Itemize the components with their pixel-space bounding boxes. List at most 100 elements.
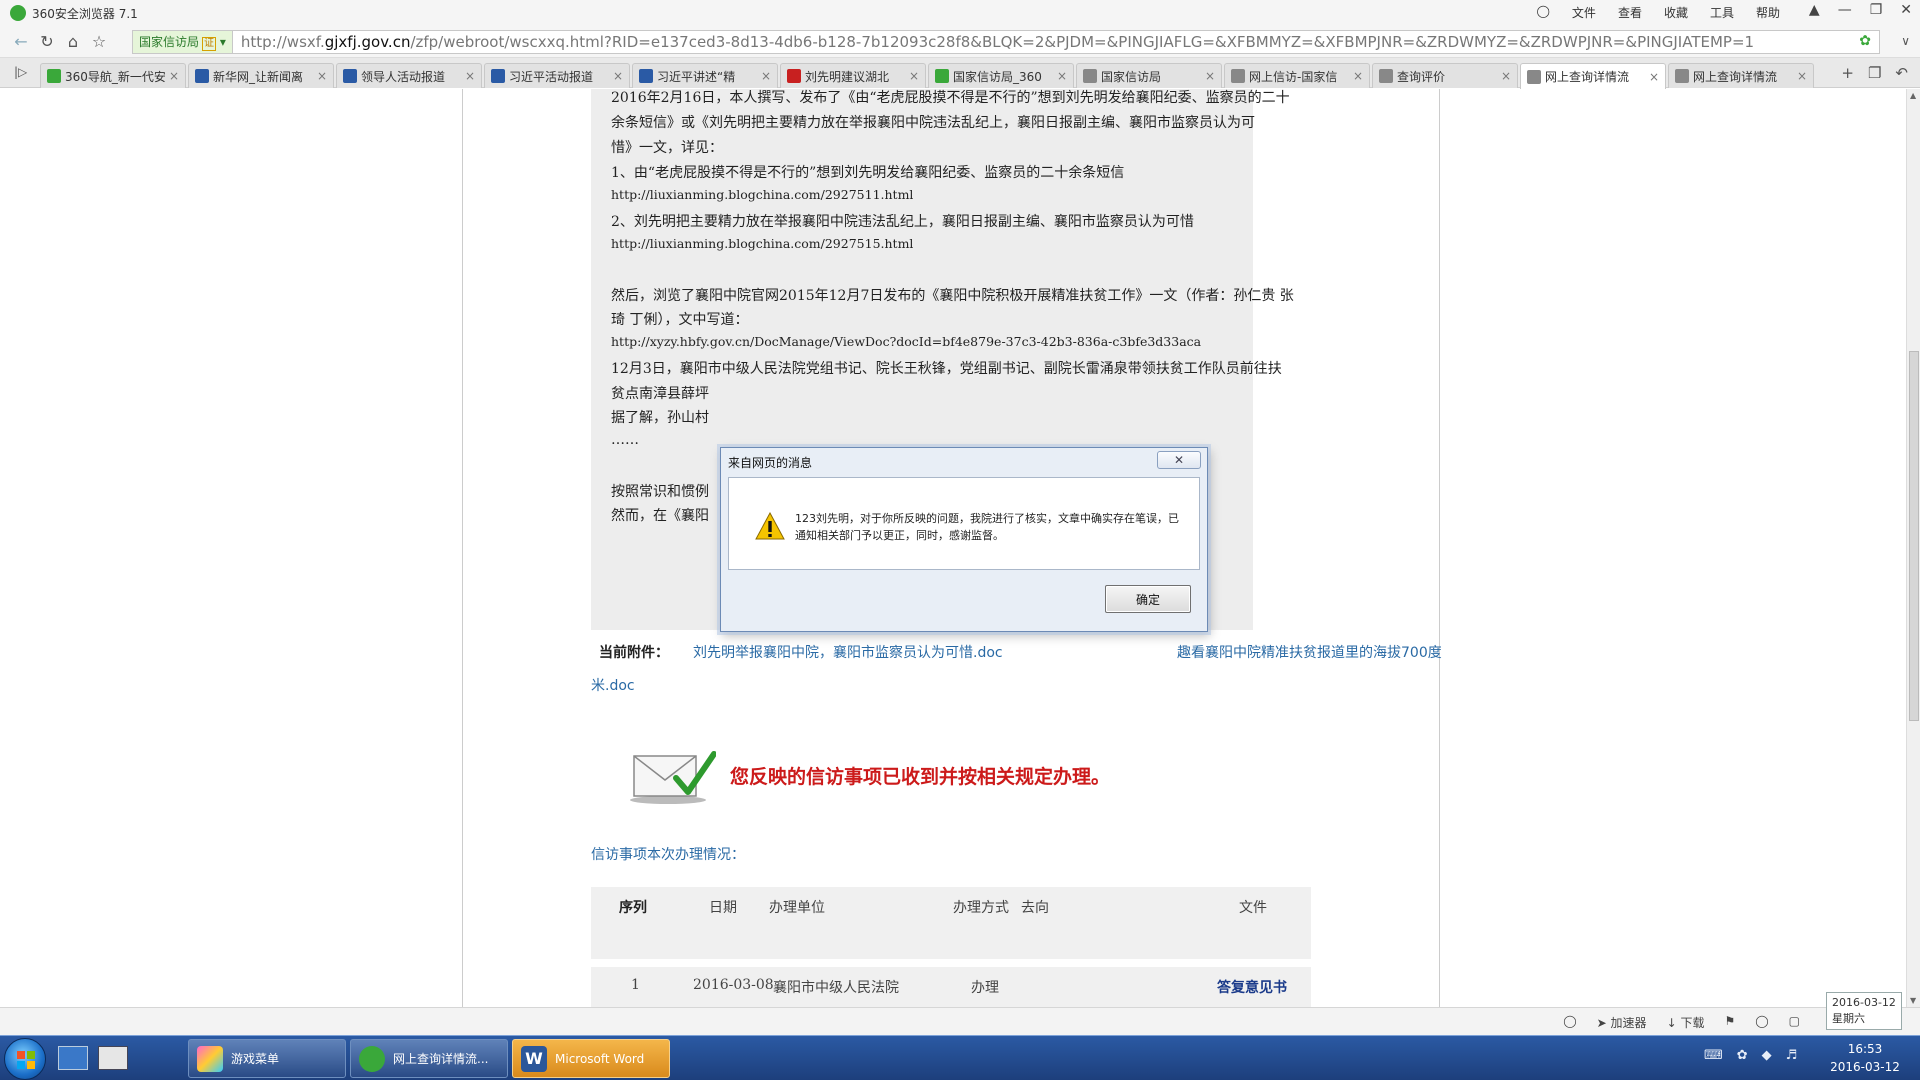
reply-document-link[interactable]: 答复意见书 (1217, 977, 1287, 997)
dialog-close-button[interactable]: ✕ (1157, 451, 1201, 469)
tab-7[interactable]: 国家信访局 × (1076, 63, 1222, 88)
tab-close-icon[interactable]: × (1649, 70, 1659, 84)
attachment-link-1[interactable]: 刘先明举报襄阳中院，襄阳市监察员认为可惜.doc (693, 642, 1003, 662)
tab-close-icon[interactable]: × (761, 69, 771, 83)
tab-favicon-icon (195, 69, 209, 83)
tab-8[interactable]: 网上信访-国家信 × (1224, 63, 1370, 88)
scroll-thumb[interactable] (1909, 351, 1919, 721)
taskbar-word[interactable]: W Microsoft Word (512, 1039, 670, 1078)
user-icon[interactable]: ◯ (1536, 4, 1549, 21)
window-mode-icon[interactable]: ▢ (1789, 1014, 1800, 1031)
site-identity-badge[interactable]: 国家信访局证 ▾ (133, 31, 233, 53)
tab-favicon-icon (343, 69, 357, 83)
undo-close-icon[interactable]: ↶ (1895, 64, 1908, 82)
tab-5[interactable]: 刘先明建议湖北 × (780, 63, 926, 88)
scroll-down-arrow-icon[interactable]: ▼ (1910, 996, 1916, 1005)
clock-date: 2016-03-12 (1830, 1060, 1900, 1074)
menu-favorites[interactable]: 收藏 (1664, 4, 1688, 21)
restore-tabs-icon[interactable]: ❐ (1868, 64, 1881, 82)
maximize-button[interactable]: ❐ (1870, 2, 1883, 18)
tab-9[interactable]: 查询评价 × (1372, 63, 1518, 88)
start-button[interactable] (4, 1038, 46, 1080)
quicklaunch-window-icon[interactable] (98, 1046, 128, 1070)
date-tooltip: 2016-03-12 星期六 (1826, 992, 1902, 1030)
skin-icon[interactable]: ▲ (1809, 2, 1820, 18)
download-button[interactable]: ↓ 下载 (1667, 1014, 1705, 1031)
tab-close-icon[interactable]: × (465, 69, 475, 83)
menu-view[interactable]: 查看 (1618, 4, 1642, 21)
show-desktop-icon[interactable] (58, 1046, 88, 1070)
letter-line: 2016年2月16日，本人撰写、发布了《由“老虎屁股摸不得是不行的”想到刘先明发… (611, 90, 1290, 106)
attachment-link-2[interactable]: 趣看襄阳中院精准扶贫报道里的海拔700度 (1177, 642, 1442, 662)
handling-status-title: 信访事项本次办理情况： (591, 847, 745, 863)
refresh-button[interactable]: ↻ (34, 32, 60, 51)
sidebar-toggle-icon[interactable]: |▷ (14, 65, 27, 79)
tab-label: 刘先明建议湖北 (805, 69, 890, 84)
letter-line: 12月3日，襄阳市中级人民法院党组书记、院长王秋锋，党组副书记、副院长雷涌泉带领… (611, 361, 1282, 377)
minimize-button[interactable]: — (1838, 2, 1852, 18)
tab-close-icon[interactable]: × (1797, 69, 1807, 83)
word-icon: W (521, 1045, 547, 1072)
tab-close-icon[interactable]: × (1057, 69, 1067, 83)
volume-icon[interactable]: ♬ (1786, 1048, 1798, 1063)
ok-button[interactable]: 确定 (1105, 585, 1191, 613)
tab-close-icon[interactable]: × (1353, 69, 1363, 83)
tab-2[interactable]: 领导人活动报道 × (336, 63, 482, 88)
taskbar-clock[interactable]: 16:53 2016-03-12 (1820, 1040, 1910, 1076)
tab-favicon-icon (1231, 69, 1245, 83)
browser-logo-icon (10, 5, 26, 21)
tab-1[interactable]: 新华网_让新闻离 × (188, 63, 334, 88)
tab-bar: |▷ 360导航_新一代安 × 新华网_让新闻离 × 领导人活动报道 × 习近平活动报道 × 习… (0, 58, 1920, 89)
tab-favicon-icon (491, 69, 505, 83)
menu-bar: ◯ 文件 查看 收藏 工具 帮助 (1536, 4, 1780, 21)
tab-close-icon[interactable]: × (169, 69, 179, 83)
taskbar-browser[interactable]: 网上查询详情流... (350, 1039, 508, 1078)
tab-close-icon[interactable]: × (317, 69, 327, 83)
tab-6[interactable]: 国家信访局_360 × (928, 63, 1074, 88)
menu-file[interactable]: 文件 (1572, 4, 1596, 21)
ie-mode-icon[interactable]: ◯ (1755, 1014, 1768, 1031)
vertical-scrollbar[interactable]: ▲ ▼ (1906, 89, 1920, 1007)
menu-tools[interactable]: 工具 (1710, 4, 1734, 21)
tab-label: 新华网_让新闻离 (213, 69, 304, 84)
network-icon[interactable]: ◆ (1762, 1048, 1772, 1063)
keyboard-icon[interactable]: ⌨ (1704, 1048, 1723, 1063)
tab-close-icon[interactable]: × (909, 69, 919, 83)
tab-close-icon[interactable]: × (613, 69, 623, 83)
taskbar: 游戏菜单 网上查询详情流... W Microsoft Word ⌨ ✿ ◆ ♬… (0, 1035, 1920, 1080)
tab-10[interactable]: 网上查询详情流 × (1520, 63, 1666, 89)
tab-3[interactable]: 习近平活动报道 × (484, 63, 630, 88)
close-window-button[interactable]: ✕ (1900, 2, 1912, 18)
taskbar-game-menu[interactable]: 游戏菜单 (188, 1039, 346, 1078)
col-file: 文件 (1239, 900, 1267, 916)
home-button[interactable]: ⌂ (60, 32, 86, 51)
tab-4[interactable]: 习近平讲述“精 × (632, 63, 778, 88)
tab-close-icon[interactable]: × (1205, 69, 1215, 83)
back-button[interactable]: ← (8, 32, 34, 51)
letter-line: http://xyzy.hbfy.gov.cn/DocManage/ViewDo… (611, 334, 1202, 349)
menu-help[interactable]: 帮助 (1756, 4, 1780, 21)
tab-0[interactable]: 360导航_新一代安 × (40, 63, 186, 88)
history-icon[interactable]: ◯ (1563, 1014, 1576, 1031)
tray-app-icon[interactable]: ✿ (1737, 1048, 1748, 1063)
game-menu-icon (197, 1045, 223, 1072)
tab-11[interactable]: 网上查询详情流 × (1668, 63, 1814, 88)
url-dropdown-chevron-icon[interactable]: ∨ (1901, 34, 1910, 48)
tab-favicon-icon (787, 69, 801, 83)
compat-mode-icon[interactable]: ✿ (1859, 33, 1871, 49)
attachment-link-2-cont[interactable]: 米.doc (591, 675, 635, 695)
tab-close-icon[interactable]: × (1501, 69, 1511, 83)
flag-icon[interactable]: ⚑ (1724, 1014, 1735, 1031)
favorite-star-icon[interactable]: ☆ (86, 32, 112, 51)
tab-label: 360导航_新一代安 (65, 69, 165, 84)
date-tooltip-date: 2016-03-12 (1832, 996, 1896, 1009)
url-input[interactable]: 国家信访局证 ▾ http://wsxf.gjxfj.gov.cn/zfp/we… (132, 30, 1880, 54)
new-tab-button[interactable]: + (1841, 64, 1854, 82)
tab-favicon-icon (1083, 69, 1097, 83)
scroll-up-arrow-icon[interactable]: ▲ (1910, 91, 1916, 100)
accelerator-button[interactable]: ➤ 加速器 (1597, 1014, 1647, 1031)
tab-label: 国家信访局_360 (953, 69, 1042, 84)
tab-favicon-icon (1675, 69, 1689, 83)
letter-line: 据了解，孙山村 (611, 410, 709, 426)
row-method: 办理 (971, 980, 999, 996)
